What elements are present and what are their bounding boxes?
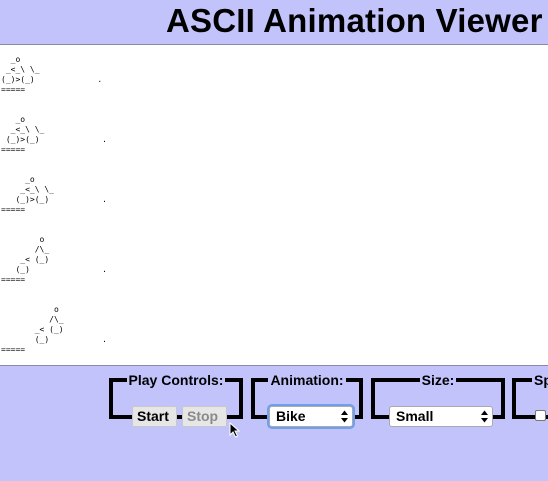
animation-select[interactable]: Bike — [269, 406, 353, 427]
speed-legend: Sp — [534, 372, 548, 388]
animation-select-value: Bike — [276, 408, 306, 424]
play-controls-group: Play Controls: Start Stop — [109, 372, 243, 427]
animation-display: _o _<_\ \_ (_)>(_) . ===== _o _<_\ \_ (_… — [0, 45, 548, 366]
page-header: ASCII Animation Viewer — [0, 0, 548, 45]
stop-button[interactable]: Stop — [182, 406, 227, 427]
animation-legend: Animation: — [270, 372, 344, 388]
ascii-animation-text: _o _<_\ \_ (_)>(_) . ===== _o _<_\ \_ (_… — [1, 55, 107, 354]
size-select-value: Small — [396, 408, 434, 424]
animation-group: Animation: Bike — [251, 372, 363, 427]
speed-checkbox[interactable] — [535, 410, 546, 421]
page-title: ASCII Animation Viewer — [166, 2, 543, 39]
select-arrows-icon — [480, 409, 489, 424]
speed-group: Sp — [512, 372, 548, 421]
select-arrows-icon — [340, 409, 349, 424]
start-button[interactable]: Start — [132, 406, 177, 427]
size-group: Size: Small — [371, 372, 505, 427]
play-controls-legend: Play Controls: — [128, 372, 224, 388]
mouse-pointer-icon — [229, 421, 241, 438]
size-legend: Size: — [421, 372, 455, 388]
size-select[interactable]: Small — [389, 406, 493, 427]
